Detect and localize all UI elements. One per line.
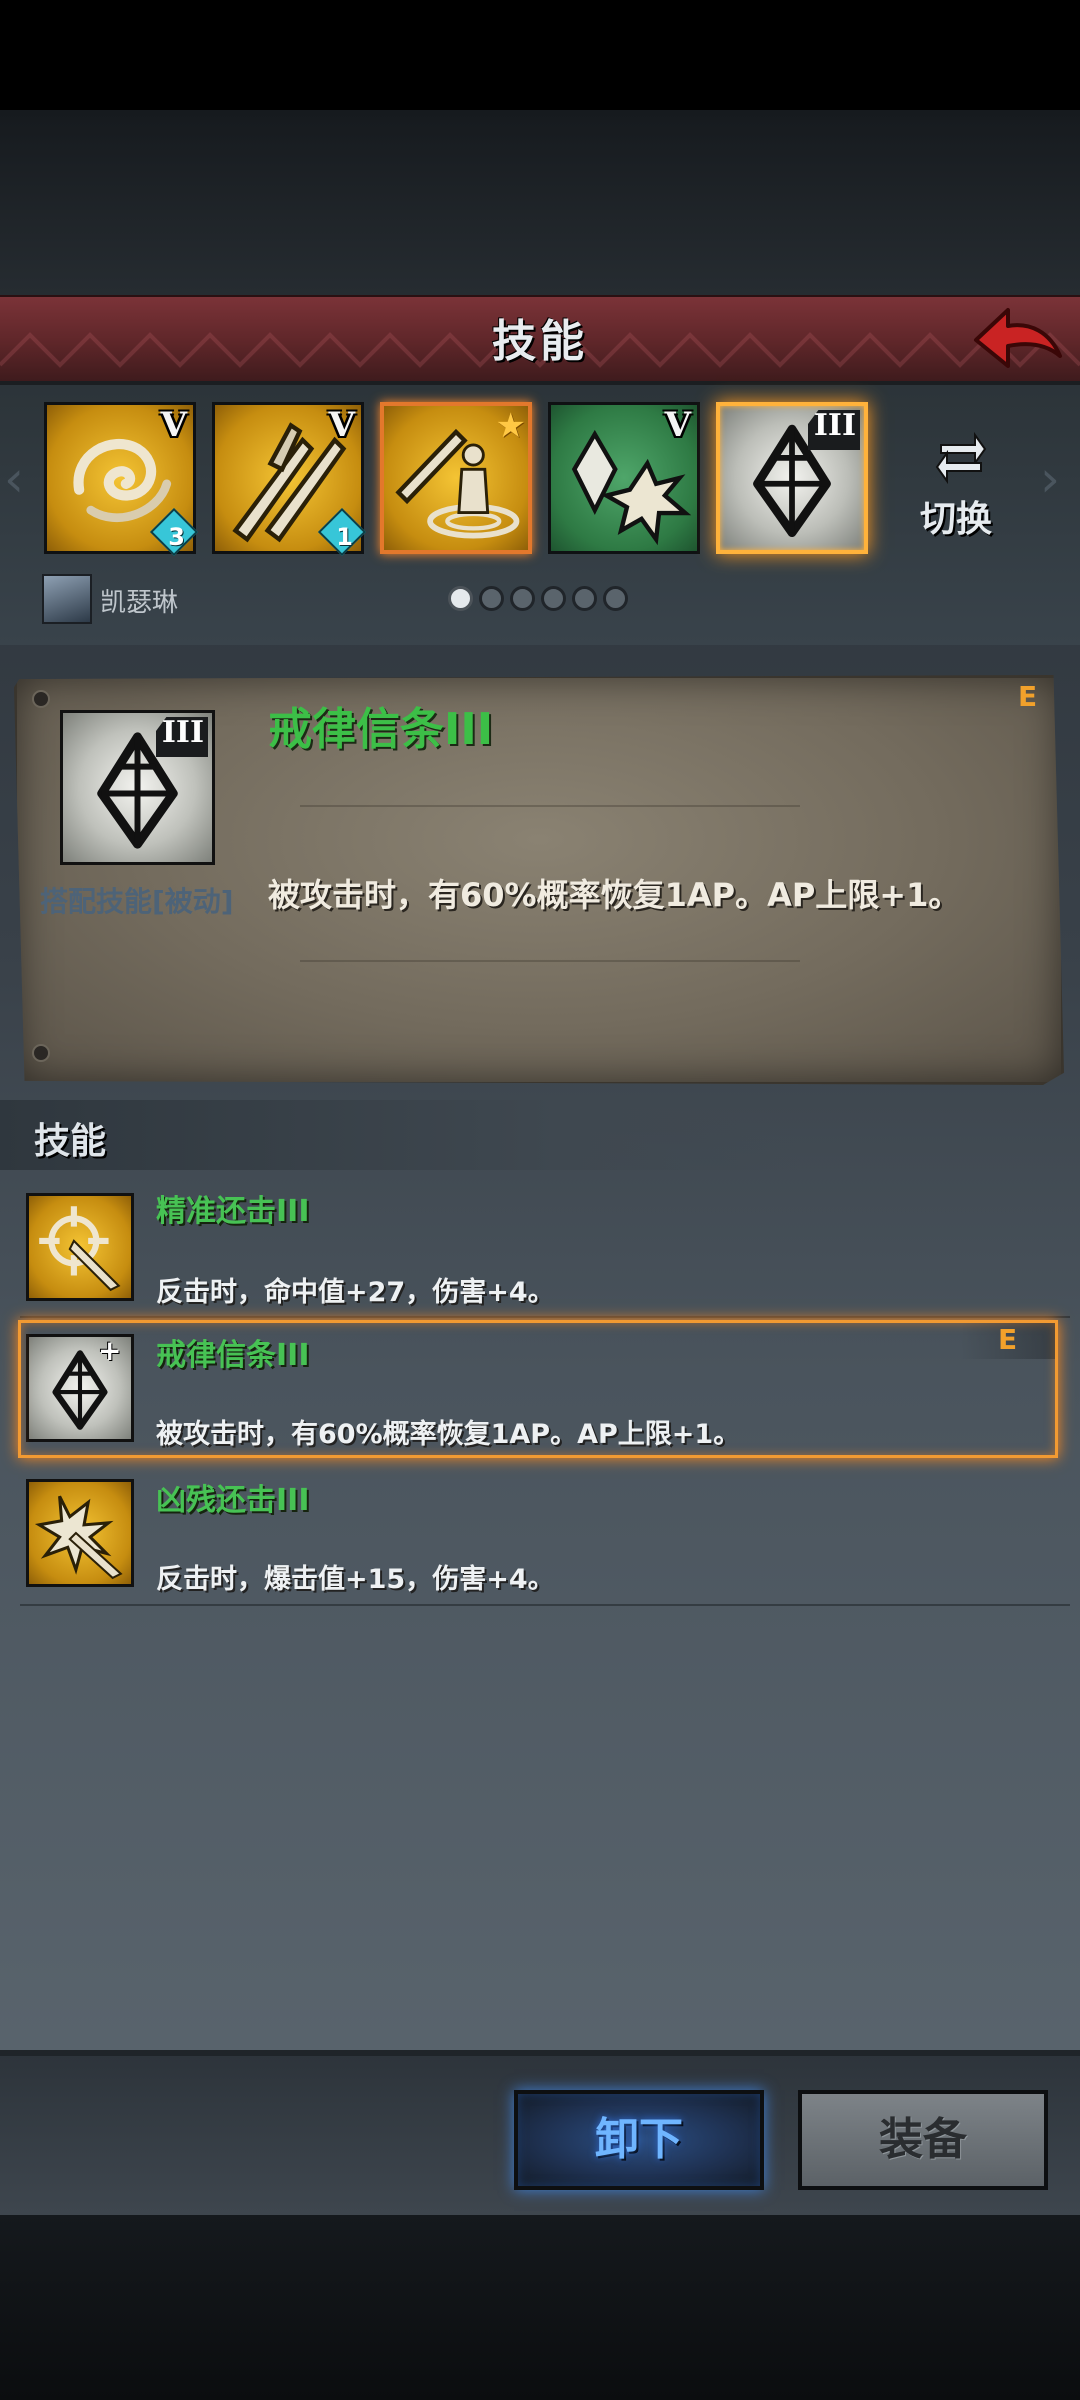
burst-counter-icon [34, 1495, 123, 1580]
list-item[interactable]: 精准还击III 反击时，命中值+27，伤害+4。 [0, 1180, 1080, 1320]
status-bar-area [0, 0, 1080, 110]
level-badge-number: 3 [168, 523, 185, 551]
skill-title: 凶残还击III [156, 1483, 310, 1518]
page-dot [541, 586, 566, 611]
skill-slot-5[interactable]: III [716, 402, 868, 554]
skill-icon [26, 1479, 134, 1587]
swap-arrows-icon[interactable] [935, 427, 987, 485]
back-arrow-icon[interactable] [968, 300, 1068, 380]
section-header [0, 1100, 800, 1170]
detail-skill-description: 被攻击时，有60%概率恢复1AP。AP上限+1。 [268, 876, 961, 914]
divider [20, 1316, 1070, 1318]
skill-slot-2[interactable]: V 1 [212, 402, 367, 557]
detail-skill-icon: III [60, 710, 215, 865]
skill-slot-3[interactable]: ★ [380, 402, 532, 554]
crosshair-counter-icon [39, 1206, 121, 1292]
skill-icon [26, 1193, 134, 1301]
left-arrow-icon[interactable]: ‹ [4, 450, 24, 508]
skill-description: 反击时，爆击值+15，伤害+4。 [156, 1564, 555, 1595]
page-title: 技能 [492, 316, 588, 367]
page-dot [510, 586, 535, 611]
selection-highlight [18, 1320, 1058, 1458]
page-dot [448, 586, 473, 611]
page-dot [603, 586, 628, 611]
unequip-button[interactable]: 卸下 [514, 2090, 764, 2190]
favorite-star-icon: ★ [495, 406, 526, 446]
equipped-mark: E [1018, 680, 1038, 713]
skill-title: 精准还击III [156, 1194, 310, 1229]
equipped-mark: E [998, 1323, 1018, 1356]
section-title: 技能 [34, 1121, 107, 1162]
switch-button[interactable]: 切换 [920, 490, 992, 542]
detail-skill-title: 戒律信条III [268, 704, 494, 755]
pin-icon [32, 690, 50, 708]
right-arrow-icon[interactable]: › [1040, 450, 1060, 508]
level-badge-number: 1 [336, 523, 353, 551]
plus-icon: + [98, 1334, 122, 1367]
background-top [0, 110, 1080, 295]
divider [20, 1604, 1070, 1606]
slot-tier: V [328, 405, 355, 445]
detail-tier: III [161, 715, 204, 750]
skill-slot-1[interactable]: V 3 [44, 402, 199, 557]
skill-description: 反击时，命中值+27，伤害+4。 [156, 1277, 555, 1308]
page-indicator [448, 586, 628, 614]
character-name: 凯瑟琳 [100, 588, 179, 618]
slot-tier: V [160, 405, 187, 445]
slot-tier: III [813, 408, 856, 443]
avatar [42, 574, 92, 624]
list-item[interactable]: 凶残还击III 反击时，爆击值+15，伤害+4。 [0, 1465, 1080, 1605]
equip-button[interactable]: 装备 [798, 2090, 1048, 2190]
page-dot [572, 586, 597, 611]
divider [300, 960, 800, 962]
slot-tier: V [664, 405, 691, 445]
pin-icon [32, 1044, 50, 1062]
navigation-bar-area [0, 2215, 1080, 2400]
skill-slot-4[interactable]: V [548, 402, 700, 554]
page-dot [479, 586, 504, 611]
divider [300, 805, 800, 807]
skill-type-label: 搭配技能[被动] [40, 885, 234, 918]
